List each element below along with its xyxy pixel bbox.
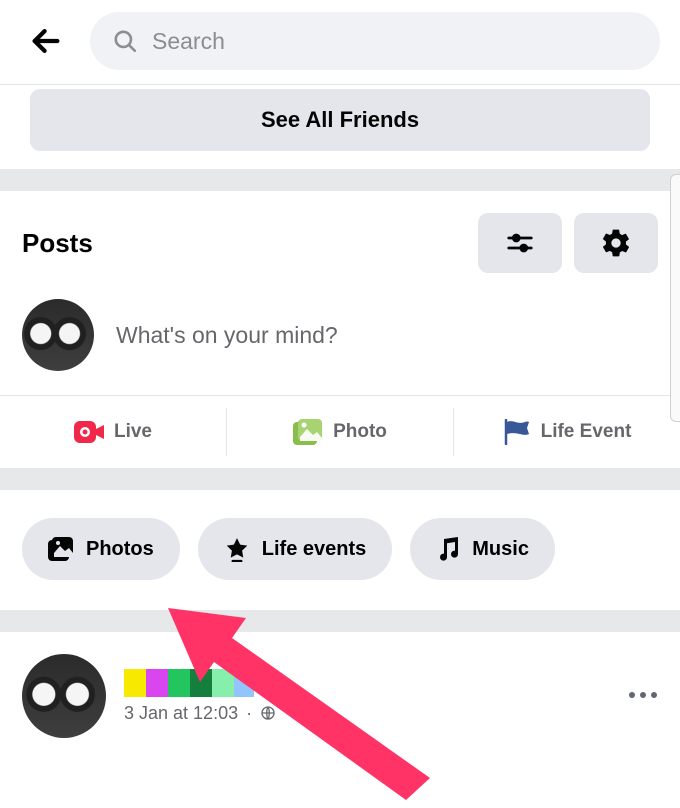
section-gap — [0, 169, 680, 191]
search-icon — [112, 28, 138, 54]
flag-icon — [503, 419, 531, 445]
compose-row[interactable]: What's on your mind? — [0, 285, 680, 395]
avatar[interactable] — [22, 299, 94, 371]
photos-icon — [48, 537, 74, 561]
section-gap — [0, 468, 680, 490]
pill-music-label: Music — [472, 538, 529, 561]
gear-icon — [600, 227, 632, 259]
arrow-left-icon — [29, 24, 63, 58]
settings-button[interactable] — [574, 213, 658, 273]
see-all-friends-button[interactable]: See All Friends — [30, 89, 650, 151]
profile-pills: Photos Life events Music — [0, 490, 680, 610]
scroll-indicator[interactable] — [670, 174, 680, 422]
pill-music[interactable]: Music — [410, 518, 555, 580]
photo-label: Photo — [333, 421, 387, 443]
ellipsis-icon — [628, 690, 658, 700]
section-gap — [0, 610, 680, 632]
posts-title: Posts — [22, 228, 466, 259]
filters-button[interactable] — [478, 213, 562, 273]
post-item[interactable]: 3 Jan at 12:03 · — [0, 632, 680, 738]
post-main: 3 Jan at 12:03 · — [124, 669, 610, 724]
live-icon — [74, 421, 104, 443]
life-event-button[interactable]: Life Event — [454, 396, 680, 468]
pill-life-events-label: Life events — [262, 538, 366, 561]
see-all-friends-wrap: See All Friends — [0, 85, 680, 169]
quick-actions: Live Photo Life Event — [0, 396, 680, 468]
pill-life-events[interactable]: Life events — [198, 518, 392, 580]
photo-button[interactable]: Photo — [227, 396, 453, 468]
posts-section: Posts What's on your mind? Live Photo Li… — [0, 191, 680, 468]
pill-photos[interactable]: Photos — [22, 518, 180, 580]
life-event-label: Life Event — [541, 421, 632, 443]
star-icon — [224, 536, 250, 562]
compose-placeholder: What's on your mind? — [116, 322, 338, 349]
post-author-redacted — [124, 669, 254, 697]
meta-separator: · — [246, 703, 252, 724]
globe-icon — [260, 705, 276, 721]
search-placeholder: Search — [152, 28, 225, 55]
post-timestamp: 3 Jan at 12:03 — [124, 703, 238, 724]
live-label: Live — [114, 421, 152, 443]
posts-header: Posts — [0, 191, 680, 285]
avatar[interactable] — [22, 654, 106, 738]
search-input[interactable]: Search — [90, 12, 660, 70]
header: Search — [0, 0, 680, 84]
live-button[interactable]: Live — [0, 396, 226, 468]
post-more-button[interactable] — [628, 687, 658, 705]
pill-photos-label: Photos — [86, 538, 154, 561]
photo-icon — [293, 419, 323, 445]
back-button[interactable] — [26, 21, 66, 61]
sliders-icon — [505, 228, 535, 258]
music-icon — [436, 536, 460, 562]
post-meta: 3 Jan at 12:03 · — [124, 703, 610, 724]
